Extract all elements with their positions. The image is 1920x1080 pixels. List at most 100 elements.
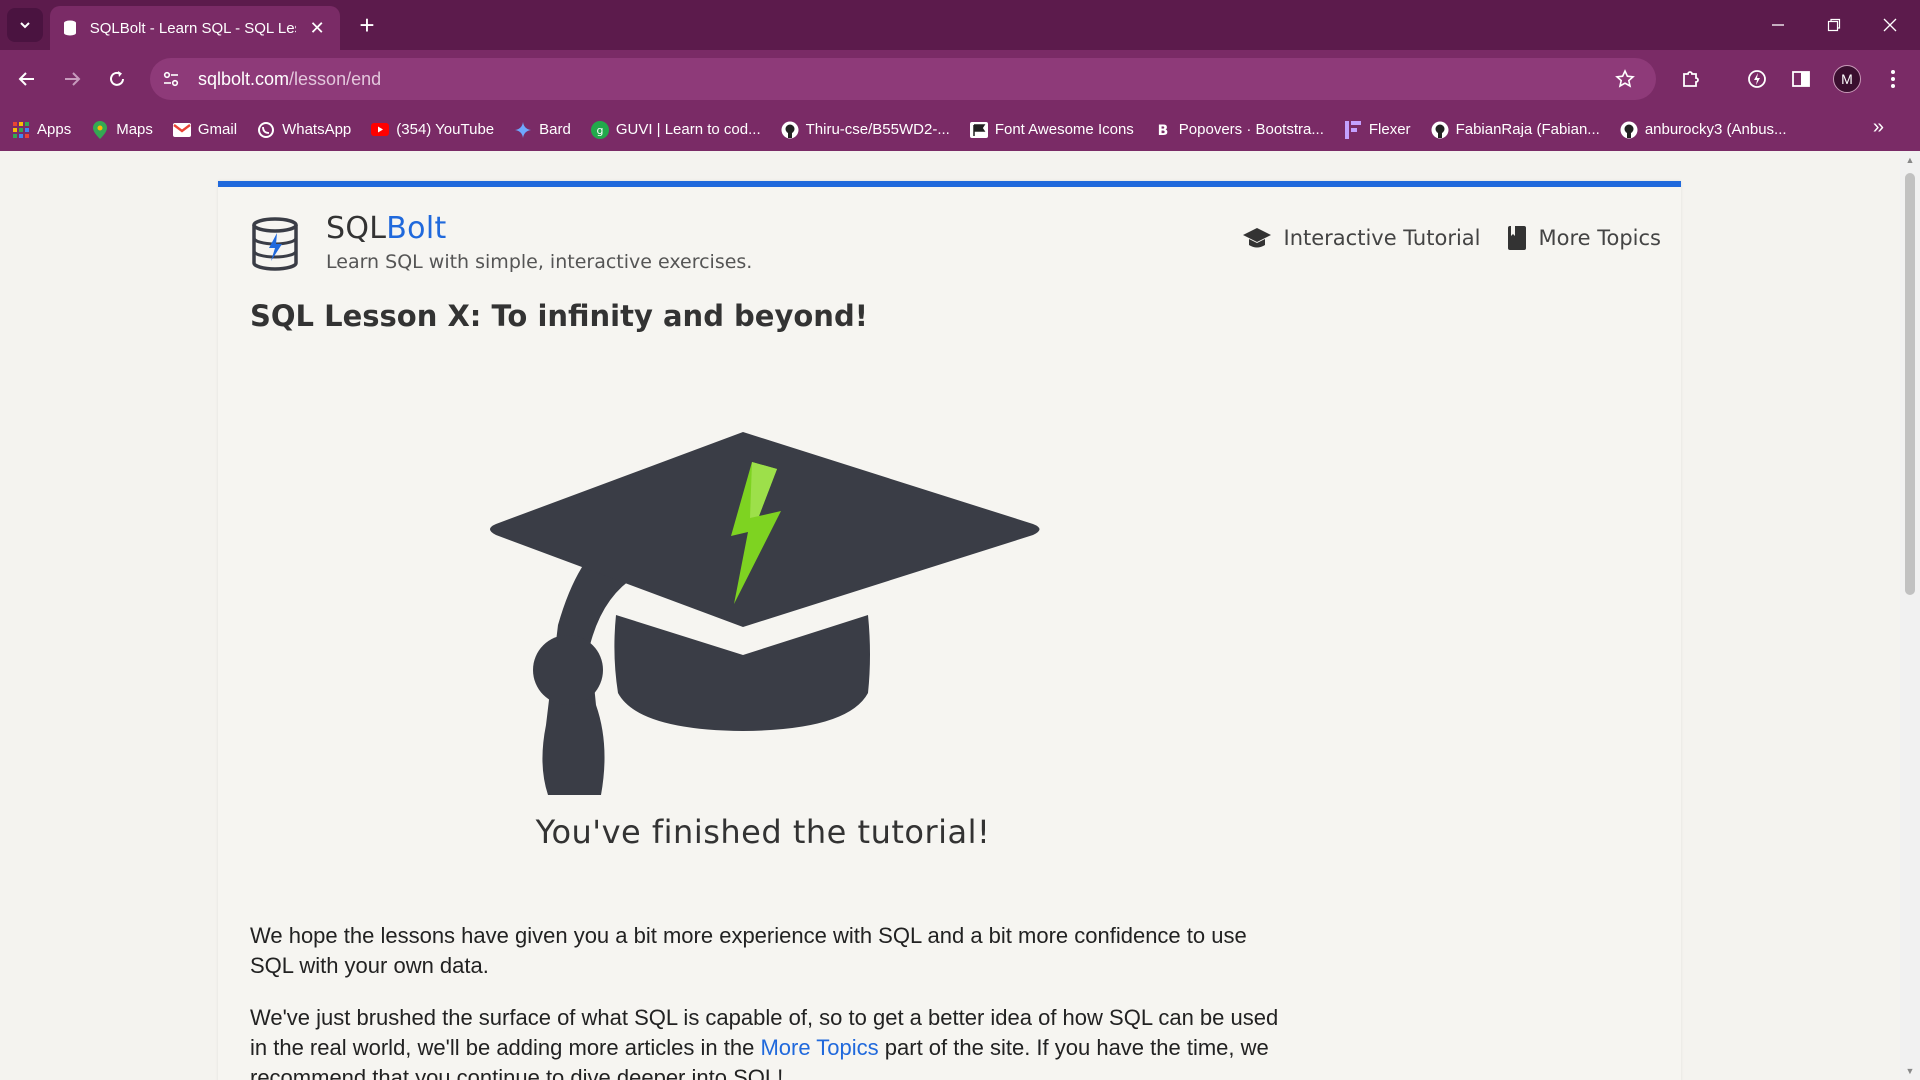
lesson-title: SQL Lesson X: To infinity and beyond!: [250, 299, 868, 333]
bookmark-label: Apps: [37, 121, 72, 138]
book-icon: [1507, 225, 1527, 251]
youtube-icon: [371, 121, 390, 139]
performance-button[interactable]: [1740, 62, 1774, 96]
bookmark-label: Thiru-cse/B55WD2-...: [805, 121, 950, 138]
apps-grid-icon: [12, 121, 30, 139]
bookmark-item[interactable]: Flexer: [1344, 120, 1411, 139]
graduation-cap-bolt-illustration: [490, 432, 1040, 795]
star-icon: [1615, 69, 1635, 88]
bookmark-label: Popovers · Bootstra...: [1178, 121, 1324, 138]
bookmark-star-button[interactable]: [1608, 62, 1642, 96]
finished-message: You've finished the tutorial!: [535, 813, 991, 851]
tune-icon: [163, 71, 179, 87]
github-icon: [1431, 121, 1449, 139]
maps-pin-icon: [91, 120, 109, 139]
browser-chrome: SQLBolt - Learn SQL - SQL Less ✕ + sqlbo…: [0, 0, 1920, 151]
tab-close-icon[interactable]: ✕: [306, 17, 328, 39]
chevron-down-icon: [20, 22, 30, 29]
bookmark-label: Flexer: [1368, 121, 1411, 138]
restore-icon: [1827, 18, 1841, 32]
flag-icon: [969, 121, 988, 139]
github-icon: [781, 121, 799, 139]
brand-bolt: Bolt: [386, 211, 447, 246]
bookmark-item[interactable]: Maps: [91, 120, 153, 139]
bookmark-label: anburocky3 (Anbus...: [1644, 121, 1787, 138]
nav-interactive-tutorial[interactable]: Interactive Tutorial: [1242, 226, 1481, 250]
site-tagline: Learn SQL with simple, interactive exerc…: [326, 251, 753, 273]
minimize-icon: [1772, 24, 1784, 26]
extensions-button[interactable]: [1674, 62, 1708, 96]
bookmark-item[interactable]: Apps: [12, 121, 71, 139]
url-host: sqlbolt.com: [198, 68, 290, 89]
site-info-button[interactable]: [154, 62, 188, 96]
graduation-cap-icon: [1242, 226, 1272, 250]
bookmarks-overflow-icon[interactable]: »: [1873, 116, 1884, 139]
bookmark-item[interactable]: FabianRaja (Fabian...: [1431, 121, 1600, 139]
bookmark-label: FabianRaja (Fabian...: [1455, 121, 1600, 138]
brand-sql: SQL: [326, 211, 387, 246]
reload-icon: [110, 71, 124, 86]
bookmark-item[interactable]: Font Awesome Icons: [969, 121, 1134, 139]
gmail-icon: [172, 121, 191, 139]
paragraph-intro: We hope the lessons have given you a bit…: [250, 923, 1247, 978]
back-button[interactable]: [10, 62, 44, 96]
bookmark-item[interactable]: Thiru-cse/B55WD2-...: [781, 121, 950, 139]
address-bar[interactable]: sqlbolt.com/lesson/end: [150, 58, 1656, 100]
sqlbolt-favicon-icon: [62, 20, 78, 36]
top-navigation: Interactive Tutorial More Topics: [1216, 225, 1662, 251]
bookmark-item[interactable]: g GUVI | Learn to cod...: [590, 120, 761, 139]
profile-avatar[interactable]: M: [1833, 65, 1861, 93]
vertical-scrollbar[interactable]: ▲ ▼: [1900, 151, 1920, 1080]
page-viewport: SQLBolt Learn SQL with simple, interacti…: [0, 151, 1900, 1080]
bard-sparkle-icon: [514, 121, 532, 139]
bookmark-item[interactable]: WhatsApp: [257, 121, 351, 139]
site-brand[interactable]: SQLBolt: [326, 211, 447, 246]
content-card: SQLBolt Learn SQL with simple, interacti…: [218, 181, 1681, 1080]
bookmark-label: Bard: [539, 121, 571, 138]
bookmark-item[interactable]: Gmail: [172, 121, 237, 139]
speed-gauge-icon: [1748, 70, 1766, 88]
side-panel-icon: [1792, 71, 1810, 87]
new-tab-button[interactable]: +: [352, 10, 382, 40]
side-panel-button[interactable]: [1784, 62, 1818, 96]
close-window-button[interactable]: [1862, 0, 1918, 50]
scroll-up-arrow-icon[interactable]: ▲: [1904, 155, 1916, 165]
database-logo-icon[interactable]: [250, 217, 300, 271]
nav-topics-label: More Topics: [1538, 226, 1662, 250]
svg-text:B: B: [1157, 123, 1168, 138]
url-path: /lesson/end: [289, 68, 382, 89]
nav-more-topics[interactable]: More Topics: [1507, 225, 1662, 251]
url-text[interactable]: sqlbolt.com/lesson/end: [198, 69, 381, 90]
bootstrap-icon: B: [1154, 121, 1172, 139]
flexer-icon: [1344, 120, 1362, 139]
reload-button[interactable]: [100, 62, 134, 96]
github-icon: [1620, 121, 1638, 139]
bookmark-label: Font Awesome Icons: [994, 121, 1134, 138]
bookmark-label: Maps: [116, 121, 153, 138]
restore-button[interactable]: [1806, 0, 1862, 50]
close-icon: [1883, 18, 1897, 32]
bookmark-label: (354) YouTube: [396, 121, 495, 138]
bookmark-item[interactable]: anburocky3 (Anbus...: [1620, 121, 1787, 139]
whatsapp-icon: [257, 121, 275, 139]
minimize-button[interactable]: [1750, 0, 1806, 50]
more-vertical-icon: [1891, 70, 1895, 88]
bookmark-item[interactable]: (354) YouTube: [371, 121, 494, 139]
nav-tutorial-label: Interactive Tutorial: [1283, 226, 1481, 250]
scroll-thumb[interactable]: [1905, 173, 1915, 595]
arrow-right-icon: [65, 72, 81, 86]
tab-strip: SQLBolt - Learn SQL - SQL Less ✕ +: [0, 0, 1920, 50]
more-topics-link[interactable]: More Topics: [760, 1035, 878, 1060]
bookmarks-bar: Apps Maps Gmail WhatsApp (354) YouTube Bard g G…: [0, 108, 1920, 151]
arrow-left-icon: [18, 72, 34, 86]
bookmark-item[interactable]: Bard: [514, 121, 571, 139]
scroll-down-arrow-icon[interactable]: ▼: [1904, 1066, 1916, 1076]
bookmark-item[interactable]: B Popovers · Bootstra...: [1154, 121, 1324, 139]
forward-button[interactable]: [55, 62, 89, 96]
browser-menu-button[interactable]: [1876, 62, 1910, 96]
tab-search-button[interactable]: [7, 8, 43, 42]
bookmark-label: GUVI | Learn to cod...: [615, 121, 761, 138]
svg-text:g: g: [596, 124, 603, 137]
browser-toolbar: sqlbolt.com/lesson/end: [0, 50, 1920, 108]
active-tab[interactable]: SQLBolt - Learn SQL - SQL Less ✕: [50, 6, 340, 50]
